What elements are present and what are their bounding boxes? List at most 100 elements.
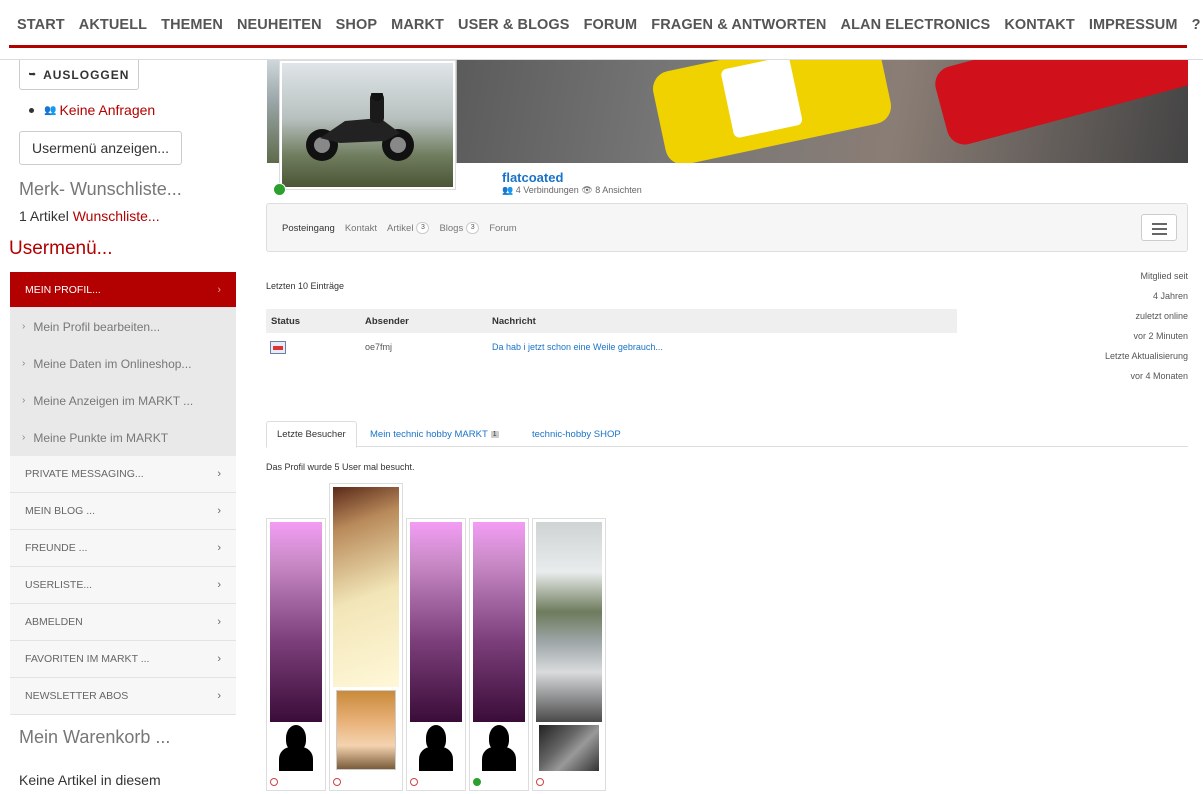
menu-item-favoriten-markt[interactable]: FAVORITEN IM MARKT ... › <box>10 641 236 678</box>
profile-tabbar: Posteingang Kontakt Artikel 3 Blogs 3 Foru… <box>266 203 1188 252</box>
nav-help[interactable]: ? <box>1192 17 1201 33</box>
nav-forum[interactable]: FORUM <box>584 17 638 33</box>
logout-button[interactable]: ➥ AUSLOGGEN <box>19 60 139 90</box>
visitor-banner <box>270 522 322 722</box>
nav-user-blogs[interactable]: USER & BLOGS <box>458 17 570 33</box>
tab-posteingang[interactable]: Posteingang <box>282 222 335 234</box>
menu-item-label: PRIVATE MESSAGING... <box>25 468 144 480</box>
envelope-icon <box>270 340 286 354</box>
users-icon: 👥 <box>44 104 57 116</box>
profile-avatar[interactable] <box>279 60 456 190</box>
connections-count[interactable]: 4 Verbindungen <box>516 185 579 195</box>
menu-item-abmelden[interactable]: ABMELDEN › <box>10 604 236 641</box>
header-message: Nachricht <box>492 315 536 327</box>
tab-artikel[interactable]: Artikel 3 <box>387 222 430 234</box>
nav-alan-electronics[interactable]: ALAN ELECTRONICS <box>841 17 991 33</box>
visitor-banner <box>473 522 525 722</box>
submenu-item-daten-onlineshop[interactable]: › Meine Daten im Onlineshop... <box>10 345 236 382</box>
requests-label: Keine Anfragen <box>59 102 156 118</box>
chevron-right-icon: › <box>217 468 221 480</box>
motorcycle-icon <box>306 93 414 161</box>
submenu-item-label: Meine Anzeigen im MARKT ... <box>33 393 194 408</box>
tab-label: Posteingang <box>282 222 335 234</box>
tab-technic-hobby-shop[interactable]: technic-hobby SHOP <box>522 421 631 448</box>
submenu-item-label: Mein Profil bearbeiten... <box>33 319 161 334</box>
online-status-icon <box>273 183 286 196</box>
submenu-item-label: Meine Punkte im MARKT <box>33 430 169 445</box>
visitor-card[interactable] <box>469 518 529 791</box>
submenu-item-punkte-markt[interactable]: › Meine Punkte im MARKT <box>10 419 236 456</box>
nav-themen[interactable]: THEMEN <box>161 17 223 33</box>
menu-item-mein-blog[interactable]: MEIN BLOG ... › <box>10 493 236 530</box>
show-usermenu-button[interactable]: Usermenü anzeigen... <box>19 131 182 165</box>
menu-item-userliste[interactable]: USERLISTE... › <box>10 567 236 604</box>
visits-text: Das Profil wurde 5 User mal besucht. <box>266 462 415 472</box>
views-count: 8 Ansichten <box>595 185 642 195</box>
offline-status-icon <box>410 778 418 786</box>
nav-neuheiten[interactable]: NEUHEITEN <box>237 17 322 33</box>
tab-label: Forum <box>489 222 517 234</box>
count-badge: 3 <box>416 222 430 234</box>
users-icon: 👥 <box>502 185 514 195</box>
menu-item-label: ABMELDEN <box>25 616 83 628</box>
nav-impressum[interactable]: IMPRESSUM <box>1089 17 1178 33</box>
table-row[interactable]: oe7fmj Da hab i jetzt schon eine Weile g… <box>266 333 957 361</box>
visitor-card[interactable] <box>266 518 326 791</box>
eye-icon: 👁 <box>581 185 593 195</box>
nav-fragen-antworten[interactable]: FRAGEN & ANTWORTEN <box>651 17 826 33</box>
wishlist-count: 1 Artikel Wunschliste... <box>19 208 160 224</box>
menu-item-private-messaging[interactable]: PRIVATE MESSAGING... › <box>10 456 236 493</box>
visitor-avatar <box>539 725 599 771</box>
nav-markt[interactable]: MARKT <box>391 17 444 33</box>
count-badge: 1 <box>490 431 499 438</box>
tab-blogs[interactable]: Blogs 3 <box>439 222 480 234</box>
chevron-right-icon: › <box>22 358 26 369</box>
tab-forum[interactable]: Forum <box>489 222 516 234</box>
last-online-label: zuletzt online <box>1135 311 1188 321</box>
cover-photo-slotcars <box>457 60 1188 163</box>
usermenu-title: Usermenü... <box>9 238 113 259</box>
hamburger-menu-icon[interactable] <box>1141 214 1177 241</box>
visitor-card[interactable] <box>532 518 606 791</box>
message-link[interactable]: Da hab i jetzt schon eine Weile gebrauch… <box>492 342 957 352</box>
submenu-item-anzeigen-markt[interactable]: › Meine Anzeigen im MARKT ... <box>10 382 236 419</box>
logout-label: AUSLOGGEN <box>43 67 130 82</box>
chevron-right-icon: › <box>22 321 26 332</box>
menu-item-mein-profil[interactable]: MEIN PROFIL... › <box>10 272 236 308</box>
profile-name[interactable]: flatcoated <box>502 170 563 185</box>
avatar-photo <box>282 63 453 187</box>
menu-item-newsletter-abos[interactable]: NEWSLETTER ABOS › <box>10 678 236 715</box>
chevron-right-icon: › <box>217 542 221 554</box>
member-since-value: 4 Jahren <box>1152 291 1188 301</box>
offline-status-icon <box>270 778 278 786</box>
nav-start[interactable]: START <box>17 17 65 33</box>
nav-kontakt[interactable]: KONTAKT <box>1004 17 1075 33</box>
wishlist-link[interactable]: Wunschliste... <box>73 208 160 224</box>
nav-divider <box>9 45 1187 48</box>
menu-item-freunde[interactable]: FREUNDE ... › <box>10 530 236 567</box>
visitor-tabs: Letzte Besucher Mein technic hobby MARKT… <box>266 421 1188 448</box>
visitor-card[interactable] <box>329 483 403 791</box>
inbox-table: Status Absender Nachricht oe7fmj Da hab … <box>266 309 957 361</box>
logout-icon: ➥ <box>28 69 38 79</box>
menu-item-label: USERLISTE... <box>25 579 93 591</box>
tab-letzte-besucher[interactable]: Letzte Besucher <box>266 421 357 448</box>
visitor-avatar <box>336 690 396 770</box>
chevron-right-icon: › <box>22 395 26 406</box>
submenu-item-label: Meine Daten im Onlineshop... <box>33 356 192 371</box>
chevron-right-icon: › <box>22 432 26 443</box>
tab-kontakt[interactable]: Kontakt <box>345 222 377 234</box>
offline-status-icon <box>536 778 544 786</box>
nav-shop[interactable]: SHOP <box>336 17 378 33</box>
chevron-right-icon: › <box>217 616 221 628</box>
tab-technic-hobby-markt[interactable]: Mein technic hobby MARKT 1 <box>360 421 509 448</box>
visitor-card[interactable] <box>406 518 466 791</box>
visitor-banner <box>536 522 602 722</box>
wishlist-count-text: 1 Artikel <box>19 208 69 224</box>
nav-aktuell[interactable]: AKTUELL <box>79 17 147 33</box>
visitor-banner <box>410 522 462 722</box>
requests-item[interactable]: 👥 Keine Anfragen <box>29 102 155 118</box>
user-silhouette-icon <box>473 725 525 771</box>
submenu-item-profil-bearbeiten[interactable]: › Mein Profil bearbeiten... <box>10 308 236 345</box>
menu-item-label: FAVORITEN IM MARKT ... <box>25 653 150 665</box>
